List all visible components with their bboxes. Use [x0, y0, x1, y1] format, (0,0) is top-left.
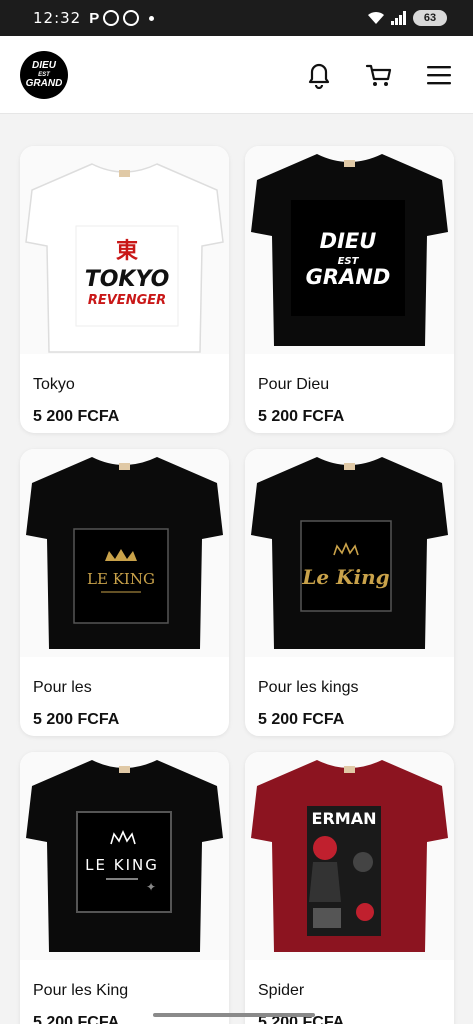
notifications-button[interactable]: [305, 61, 333, 89]
print-subtitle: REVENGER: [88, 293, 166, 308]
home-indicator[interactable]: [153, 1013, 315, 1017]
print-text: LE KING: [87, 570, 155, 588]
menu-button[interactable]: [425, 61, 453, 89]
product-card[interactable]: LE KING ✦ Pour les King 5 200 FCFA: [20, 752, 229, 1024]
cart-button[interactable]: [365, 61, 393, 89]
product-grid: 東 TOKYO REVENGER Tokyo 5 200 FCFA DIEU E…: [20, 146, 454, 1024]
product-image: LE KING: [20, 449, 229, 657]
status-notification-icons: P: [89, 9, 155, 27]
product-price: 5 200 FCFA: [258, 408, 345, 425]
cart-icon: [365, 64, 392, 86]
menu-icon: [427, 65, 451, 84]
product-card[interactable]: LE KING Pour les 5 200 FCFA: [20, 449, 229, 736]
status-bar: 12:32 P 63: [0, 0, 473, 36]
product-image: ERMAN: [245, 752, 454, 960]
status-time: 12:32: [33, 9, 82, 27]
logo-word-3: GRAND: [25, 77, 63, 89]
product-name: Pour les King: [33, 982, 129, 999]
print-line-1: DIEU: [320, 229, 377, 253]
product-name: Pour les kings: [258, 679, 359, 696]
product-image: 東 TOKYO REVENGER: [20, 146, 229, 354]
print-title: TOKYO: [85, 267, 170, 292]
product-card[interactable]: Le King Pour les kings 5 200 FCFA: [245, 449, 454, 736]
product-image: DIEU EST GRAND: [245, 146, 454, 354]
logo-word-1: DIEU: [32, 59, 56, 71]
product-name: Tokyo: [33, 376, 75, 393]
print-kanji: 東: [116, 239, 138, 264]
print-text: ERMAN: [312, 809, 377, 828]
product-name: Spider: [258, 982, 305, 999]
wifi-icon: [368, 11, 384, 24]
battery-indicator: 63: [413, 10, 447, 26]
app-header: DIEU EST GRAND: [0, 36, 473, 114]
print-text: LE KING: [85, 856, 159, 874]
more-notifications-icon: [149, 15, 155, 21]
status-system-icons: 63: [367, 10, 447, 26]
product-card[interactable]: DIEU EST GRAND Pour Dieu 5 200 FCFA: [245, 146, 454, 433]
product-name: Pour Dieu: [258, 376, 330, 393]
product-card[interactable]: ERMAN Spider 5 200 FCFA: [245, 752, 454, 1024]
product-price: 5 200 FCFA: [258, 711, 345, 728]
product-image: Le King: [245, 449, 454, 657]
header-actions: [305, 61, 453, 89]
parking-app-icon: P: [89, 9, 100, 27]
whatsapp-icon: [103, 10, 120, 26]
print-line-3: GRAND: [306, 265, 391, 289]
whatsapp-business-icon: [123, 10, 140, 26]
sparkle-icon: ✦: [146, 880, 156, 894]
print-text: Le King: [301, 565, 389, 589]
product-card[interactable]: 東 TOKYO REVENGER Tokyo 5 200 FCFA: [20, 146, 229, 433]
brand-logo[interactable]: DIEU EST GRAND: [20, 50, 68, 99]
logo-word-2: EST: [38, 71, 50, 78]
product-price: 5 200 FCFA: [33, 711, 120, 728]
bell-icon: [308, 63, 330, 89]
spider-mask: [313, 836, 337, 860]
product-name: Pour les: [33, 679, 92, 696]
product-price: 5 200 FCFA: [33, 408, 120, 425]
signal-icon: [391, 11, 406, 25]
product-image: LE KING ✦: [20, 752, 229, 960]
